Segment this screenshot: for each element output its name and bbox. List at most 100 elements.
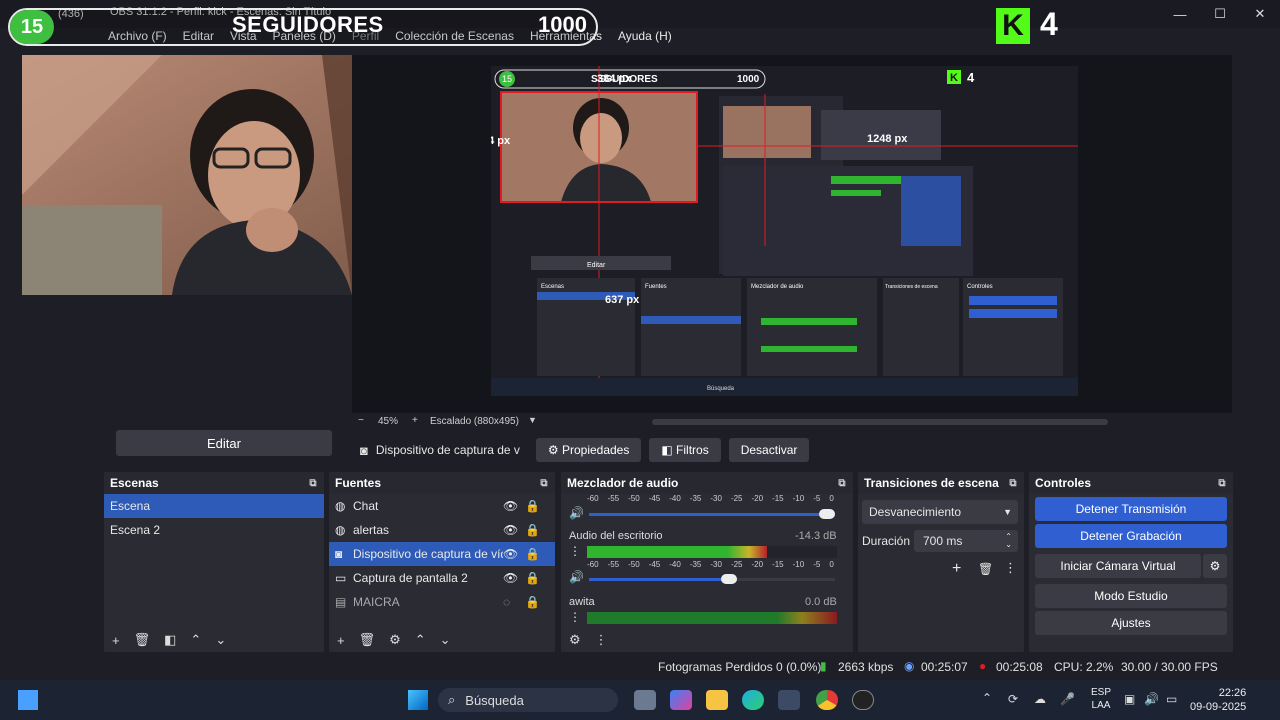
chevron-down-icon[interactable]: ⌄: [440, 632, 451, 648]
undock-icon[interactable]: ⧉: [1215, 476, 1229, 490]
file-explorer-icon[interactable]: [706, 690, 728, 710]
scene-item[interactable]: Escena: [104, 494, 324, 518]
speaker-icon[interactable]: 🔊: [569, 506, 584, 520]
chrome-icon[interactable]: [816, 690, 838, 710]
start-virtual-camera-button[interactable]: Iniciar Cámara Virtual: [1035, 554, 1201, 578]
duration-value: 700 ms: [923, 534, 963, 548]
clock[interactable]: 22:26 09-09-2025: [1190, 686, 1246, 714]
trash-icon[interactable]: 🗑: [134, 632, 151, 648]
eye-icon[interactable]: 👁: [503, 547, 525, 561]
studio-mode-button[interactable]: Modo Estudio: [1035, 584, 1227, 608]
chevron-up-icon[interactable]: ⌃: [415, 632, 426, 648]
undock-icon[interactable]: ⧉: [306, 476, 320, 490]
preview-canvas[interactable]: 15 SEGUIDORES 1000 K 4 384 px 34 px 1248…: [491, 66, 1078, 396]
source-item[interactable]: ◍ Chat 👁 🔒: [329, 494, 555, 518]
windows-start-icon[interactable]: [408, 690, 428, 710]
clock-date: 09-09-2025: [1190, 701, 1247, 713]
minimize-button[interactable]: —: [1160, 0, 1200, 28]
settings-button[interactable]: Ajustes: [1035, 611, 1227, 635]
chevron-down-icon[interactable]: ⌄: [215, 632, 226, 648]
speaker-icon[interactable]: 🔊: [569, 570, 584, 584]
store-icon[interactable]: [778, 690, 800, 710]
eye-icon[interactable]: 👁: [503, 499, 525, 513]
close-button[interactable]: ✕: [1240, 0, 1280, 28]
lock-icon[interactable]: 🔒: [525, 499, 540, 513]
gear-icon[interactable]: ⚙: [389, 632, 401, 648]
kebab-menu-icon[interactable]: ⋮: [569, 544, 581, 558]
lock-icon[interactable]: 🔒: [525, 547, 540, 561]
filters-button[interactable]: ◧ Filtros: [649, 438, 721, 462]
kebab-menu-icon[interactable]: ⋮: [595, 632, 608, 648]
horizontal-scrollbar[interactable]: [652, 419, 1108, 425]
sync-icon[interactable]: ⟳: [1008, 692, 1018, 706]
undock-icon[interactable]: ⧉: [835, 476, 849, 490]
source-item[interactable]: ▤ MAICRA ◌ 🔒: [329, 590, 555, 614]
transition-select[interactable]: Desvanecimiento ▼: [862, 500, 1018, 524]
lock-icon[interactable]: 🔒: [525, 571, 540, 585]
source-item[interactable]: ◍ alertas 👁 🔒: [329, 518, 555, 542]
filter-icon[interactable]: ◧: [164, 632, 176, 648]
zoom-out-button[interactable]: −: [358, 415, 364, 426]
edge-icon[interactable]: [742, 690, 764, 710]
filter-icon: ◧: [661, 443, 673, 457]
zoom-in-button[interactable]: +: [412, 415, 418, 426]
controls-dock: Controles ⧉ Detener Transmisión Detener G…: [1029, 472, 1233, 652]
sources-footer: + 🗑 ⚙ ⌃ ⌄: [329, 628, 555, 652]
volume-slider-handle[interactable]: [720, 574, 737, 584]
add-icon[interactable]: +: [112, 633, 120, 648]
scaled-label: Escalado (880x495): [430, 416, 519, 427]
filters-label: Filtros: [676, 443, 709, 457]
eye-off-icon[interactable]: ◌: [503, 595, 525, 609]
edit-button[interactable]: Editar: [116, 430, 332, 456]
volume-slider-handle[interactable]: [819, 509, 835, 519]
copilot-icon[interactable]: [670, 690, 692, 710]
cloud-icon[interactable]: ☁: [1034, 692, 1046, 706]
stop-streaming-button[interactable]: Detener Transmisión: [1035, 497, 1227, 521]
chevron-down-icon[interactable]: ▼: [528, 415, 537, 425]
language-indicator[interactable]: ESP LAA: [1091, 686, 1111, 712]
add-icon[interactable]: +: [337, 633, 345, 648]
meter-scale-top: -60 -55 -50 -45 -40 -35 -30 -25 -20 -15 -10 -5 0: [587, 494, 834, 503]
channel-db: -14.3 dB: [795, 530, 837, 542]
undock-icon[interactable]: ⧉: [1006, 476, 1020, 490]
eye-icon[interactable]: 👁: [503, 571, 525, 585]
taskbar-search[interactable]: ⌕ Búsqueda: [438, 688, 618, 712]
source-item[interactable]: ▭ Captura de pantalla 2 👁 🔒: [329, 566, 555, 590]
chevron-up-icon[interactable]: ⌃: [190, 632, 201, 648]
meter-scale-label: -5: [813, 560, 821, 569]
trash-icon[interactable]: 🗑: [978, 562, 993, 576]
kebab-menu-icon[interactable]: ⋮: [569, 610, 581, 624]
scene-item[interactable]: Escena 2: [104, 518, 324, 542]
network-icon[interactable]: ▣: [1124, 692, 1135, 706]
gear-icon[interactable]: ⚙: [569, 632, 581, 648]
obs-window-icon[interactable]: [18, 690, 38, 710]
maximize-button[interactable]: ☐: [1200, 0, 1240, 28]
properties-button[interactable]: ⚙ Propiedades: [535, 438, 642, 462]
meter-scale: -60 -55 -50 -45 -40 -35 -30 -25 -20 -15 -10 -5 0: [587, 560, 834, 569]
spin-arrows-icon[interactable]: ⌃ ⌄: [1005, 533, 1012, 549]
microphone-icon[interactable]: 🎤: [1060, 692, 1075, 706]
source-item[interactable]: ◙ Dispositivo de captura de vídeo 👁🔒: [329, 542, 555, 566]
task-view-icon[interactable]: [634, 690, 656, 710]
virtual-camera-settings-gear-icon[interactable]: ⚙: [1203, 554, 1227, 578]
trash-icon[interactable]: 🗑: [359, 632, 376, 648]
duration-input[interactable]: 700 ms ⌃ ⌄: [914, 530, 1018, 552]
kick-logo-icon: K: [996, 8, 1030, 44]
eye-icon[interactable]: 👁: [503, 523, 525, 537]
nested-kick-icon: K: [950, 72, 958, 84]
kebab-menu-icon[interactable]: ⋮: [1004, 560, 1017, 576]
chevron-up-icon[interactable]: ⌃: [982, 691, 992, 705]
language-bottom: LAA: [1091, 700, 1111, 711]
stream-icon: ◉: [904, 659, 915, 673]
volume-icon[interactable]: 🔊: [1144, 692, 1159, 706]
stop-recording-button[interactable]: Detener Grabación: [1035, 524, 1227, 548]
battery-icon[interactable]: ▭: [1166, 692, 1177, 706]
undock-icon[interactable]: ⧉: [537, 476, 551, 490]
deactivate-button[interactable]: Desactivar: [728, 438, 810, 462]
lock-icon[interactable]: 🔒: [525, 595, 540, 609]
obs-taskbar-icon[interactable]: [852, 690, 874, 710]
menu-ayuda[interactable]: Ayuda (H): [618, 29, 672, 45]
add-icon[interactable]: +: [952, 560, 961, 578]
lock-icon[interactable]: 🔒: [525, 523, 540, 537]
controls-dock-title: Controles ⧉: [1029, 472, 1233, 494]
